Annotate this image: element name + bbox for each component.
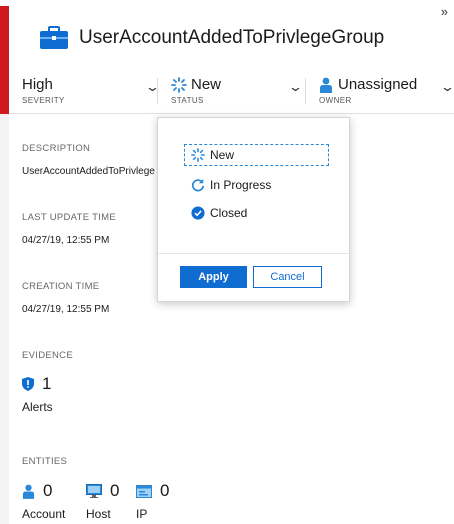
severity-label: SEVERITY xyxy=(22,96,65,105)
briefcase-icon xyxy=(40,26,68,49)
ip-count: 0 xyxy=(160,481,170,500)
host-icon xyxy=(86,484,102,498)
status-dropdown: New In Progress Closed Apply Cancel xyxy=(157,117,350,302)
divider xyxy=(305,78,306,104)
shield-icon xyxy=(22,377,34,391)
cancel-button[interactable]: Cancel xyxy=(253,266,322,288)
last-update-label: LAST UPDATE TIME xyxy=(22,212,117,223)
alerts-count: 1 xyxy=(42,374,52,393)
divider xyxy=(157,78,158,104)
apply-button[interactable]: Apply xyxy=(180,266,247,288)
host-metric[interactable]: 0 Host xyxy=(86,481,119,521)
dropdown-divider xyxy=(158,253,349,254)
left-gutter xyxy=(0,114,9,524)
account-metric[interactable]: 0 Account xyxy=(22,481,65,521)
status-field[interactable]: New STATUS ⌄ xyxy=(171,76,303,106)
status-value: New xyxy=(191,76,222,93)
spinner-icon xyxy=(171,76,187,93)
status-option-label: Closed xyxy=(210,206,248,220)
check-circle-icon xyxy=(191,206,205,220)
account-count: 0 xyxy=(43,481,53,500)
severity-color-bar xyxy=(0,6,9,114)
owner-label: OWNER xyxy=(319,96,352,105)
status-option-closed[interactable]: Closed xyxy=(191,202,247,224)
user-icon xyxy=(320,77,332,93)
host-label: Host xyxy=(86,507,111,521)
description-label: DESCRIPTION xyxy=(22,143,91,154)
alerts-metric[interactable]: 1 Alerts xyxy=(22,374,53,414)
status-option-new[interactable]: New xyxy=(184,144,329,166)
ip-label: IP xyxy=(136,507,148,521)
severity-field[interactable]: High SEVERITY ⌄ xyxy=(22,76,160,106)
creation-time-label: CREATION TIME xyxy=(22,281,100,292)
spinner-icon xyxy=(191,148,205,162)
account-label: Account xyxy=(22,507,66,521)
alerts-label: Alerts xyxy=(22,400,53,414)
description-value: UserAccountAddedToPrivlege xyxy=(22,166,155,177)
last-update-value: 04/27/19, 12:55 PM xyxy=(22,235,110,246)
panel-header: UserAccountAddedToPrivlegeGroup High SEV… xyxy=(9,0,454,114)
status-option-label: New xyxy=(210,148,235,162)
incident-title: UserAccountAddedToPrivlegeGroup xyxy=(79,27,385,48)
incident-panel: » UserAccountAddedToPrivlegeGroup High S… xyxy=(0,0,454,524)
owner-field[interactable]: Unassigned OWNER ⌄ xyxy=(319,76,454,106)
refresh-icon xyxy=(191,178,205,192)
title-row: UserAccountAddedToPrivlegeGroup xyxy=(39,26,384,50)
chevron-down-icon[interactable]: ⌄ xyxy=(440,79,454,95)
entities-label: ENTITIES xyxy=(22,456,68,467)
ip-icon xyxy=(136,484,152,498)
status-option-label: In Progress xyxy=(210,178,272,192)
status-option-in-progress[interactable]: In Progress xyxy=(191,174,271,196)
owner-value: Unassigned xyxy=(338,76,418,93)
creation-time-value: 04/27/19, 12:55 PM xyxy=(22,304,110,315)
ip-metric[interactable]: 0 IP xyxy=(136,481,169,521)
evidence-label: EVIDENCE xyxy=(22,350,73,361)
status-label: STATUS xyxy=(171,96,204,105)
severity-value: High xyxy=(22,76,53,93)
chevron-down-icon[interactable]: ⌄ xyxy=(288,79,303,95)
host-count: 0 xyxy=(110,481,120,500)
user-icon xyxy=(22,484,35,499)
